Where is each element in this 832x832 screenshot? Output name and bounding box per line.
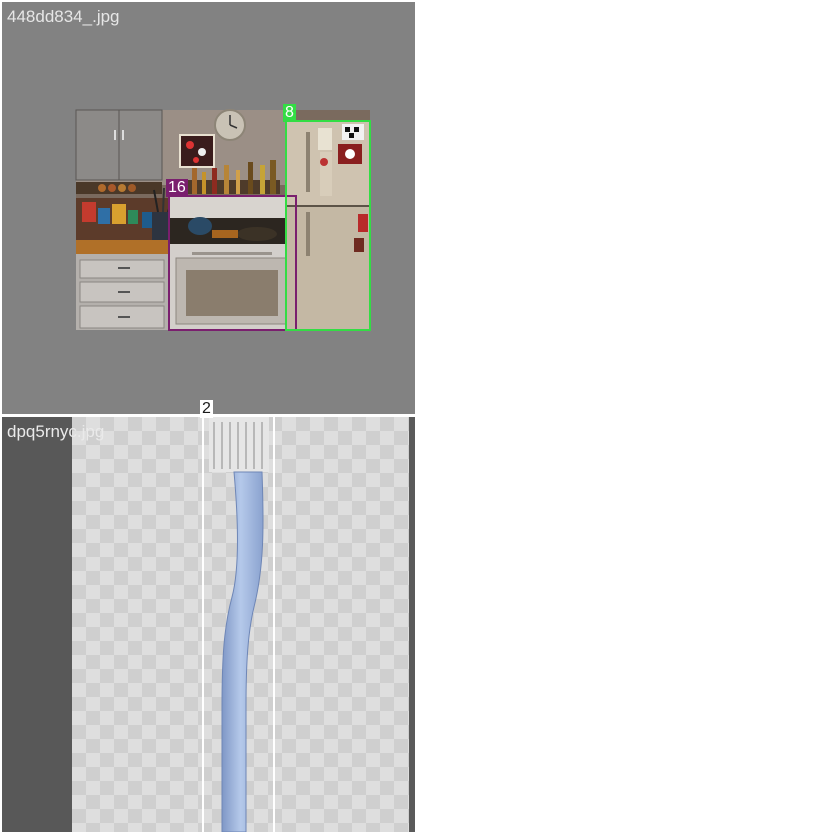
bounding-box-16[interactable] — [168, 195, 297, 331]
bounding-box-id-tag: 2 — [200, 400, 213, 418]
annotation-canvas: 448dd834_.jpg 16 8 dpq5rnyc.jpg 2 — [0, 0, 832, 832]
bounding-box-8[interactable] — [285, 120, 371, 331]
tile-filename: dpq5rnyc.jpg — [7, 422, 105, 441]
bounding-box-id-tag: 8 — [283, 104, 296, 122]
image-tile-toothbrush[interactable]: dpq5rnyc.jpg — [2, 417, 415, 832]
bounding-box-2[interactable] — [202, 417, 275, 832]
tile-filename: 448dd834_.jpg — [7, 7, 120, 26]
bounding-box-id-tag: 16 — [166, 179, 188, 197]
image-tile-kitchen[interactable]: 448dd834_.jpg 16 8 — [2, 2, 415, 414]
